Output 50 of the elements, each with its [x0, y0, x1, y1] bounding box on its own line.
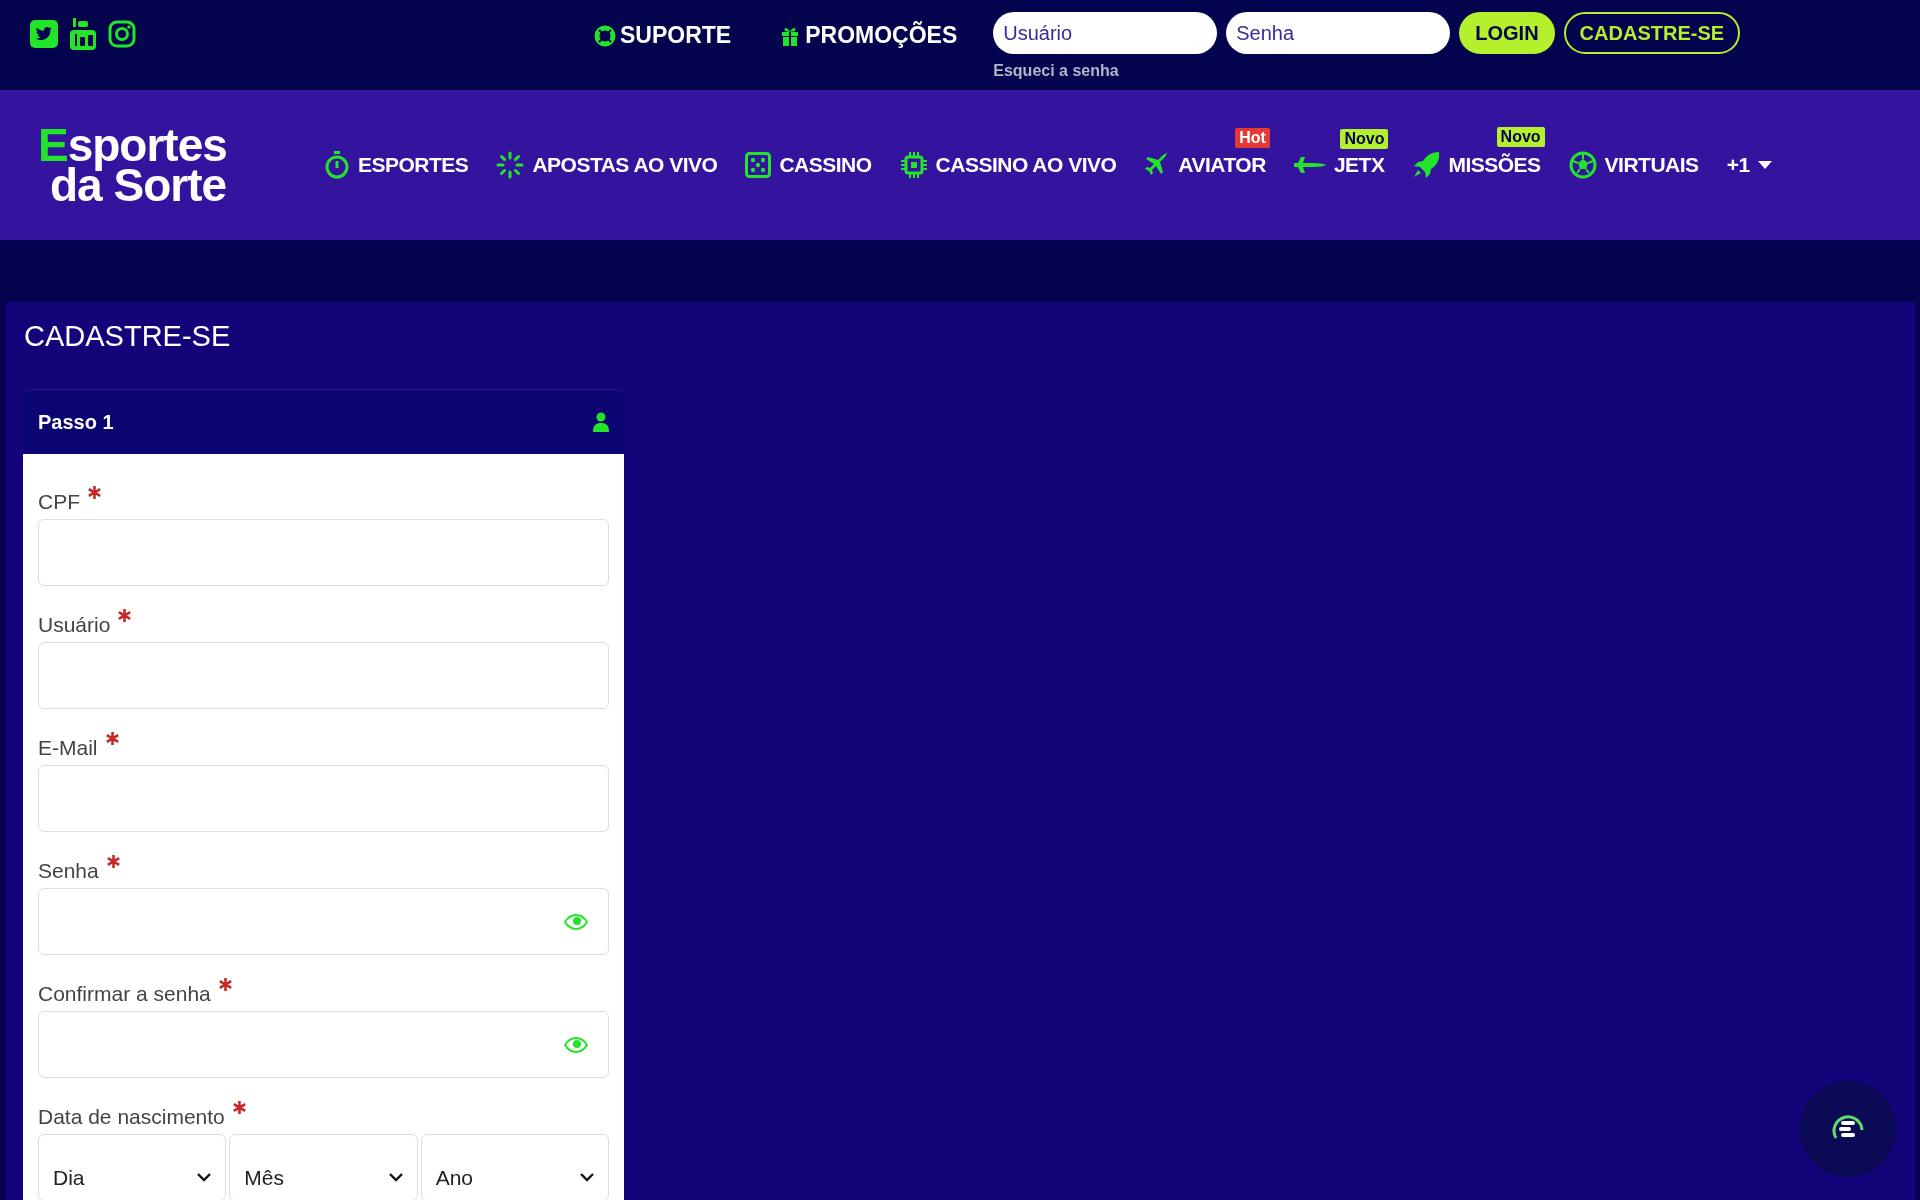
- nav-item[interactable]: JETX: [1293, 153, 1385, 177]
- more-menu[interactable]: +1: [1726, 153, 1772, 177]
- field-label: Confirmar a senha: [38, 982, 211, 1006]
- lifebuoy-icon: [594, 24, 616, 47]
- top-link[interactable]: PROMOÇÕES: [779, 22, 958, 49]
- step-title: Passo 1: [38, 410, 114, 434]
- user-icon: [593, 412, 609, 432]
- sparkle-icon: [496, 151, 525, 179]
- nav-item[interactable]: VIRTUAIS: [1568, 151, 1699, 179]
- password-field[interactable]: Senha: [1226, 12, 1451, 54]
- top-link[interactable]: SUPORTE: [594, 22, 732, 49]
- page-title: CADASTRE-SE: [24, 320, 232, 353]
- nav-item[interactable]: ESPORTES: [324, 151, 469, 179]
- signup-button[interactable]: CADASTRE-SE: [1563, 12, 1741, 54]
- nav-badge: Hot: [1235, 128, 1270, 148]
- chevron-icon: [197, 1173, 212, 1182]
- nav-item[interactable]: AVIATOR: [1144, 152, 1266, 178]
- field-label: CPF: [38, 490, 80, 514]
- field-label: Data de nascimento: [38, 1105, 225, 1129]
- login-button[interactable]: LOGIN: [1459, 12, 1555, 54]
- nav-item[interactable]: CASSINO AO VIVO: [899, 151, 1117, 179]
- chip-icon: [899, 151, 928, 179]
- text-field[interactable]: [38, 519, 609, 586]
- forgot-password-link[interactable]: Esqueci a senha: [993, 62, 1741, 80]
- field-label: Senha: [38, 859, 99, 883]
- rocket-icon: [1412, 151, 1441, 179]
- instagram-icon[interactable]: [108, 20, 136, 48]
- twitter-icon[interactable]: [30, 20, 58, 48]
- field-label: E-Mail: [38, 736, 98, 760]
- dice-icon: [745, 152, 772, 178]
- password-field[interactable]: [38, 1011, 609, 1078]
- eye-icon[interactable]: [564, 913, 588, 930]
- text-field[interactable]: [38, 765, 609, 832]
- chevron-icon: [388, 1173, 403, 1182]
- chevron-icon: [580, 1173, 594, 1182]
- logo[interactable]: Esportes da Sorte: [38, 125, 308, 205]
- text-field[interactable]: [38, 642, 609, 709]
- caret-icon: [1757, 161, 1772, 169]
- password-field[interactable]: [38, 888, 609, 955]
- soccer-ball-icon: [1568, 151, 1597, 179]
- username-field[interactable]: Usuário: [993, 12, 1218, 54]
- nav-badge: Novo: [1340, 129, 1389, 149]
- nav-badge: Novo: [1496, 127, 1545, 147]
- field-label: Usuário: [38, 613, 111, 637]
- stopwatch-icon: [324, 151, 350, 179]
- nav-item[interactable]: CASSINO: [745, 152, 872, 178]
- nav-item[interactable]: APOSTAS AO VIVO: [496, 151, 718, 179]
- airplane-icon: [1144, 152, 1171, 178]
- eye-icon[interactable]: [564, 1036, 588, 1053]
- nav-item[interactable]: MISSÕES: [1412, 151, 1541, 179]
